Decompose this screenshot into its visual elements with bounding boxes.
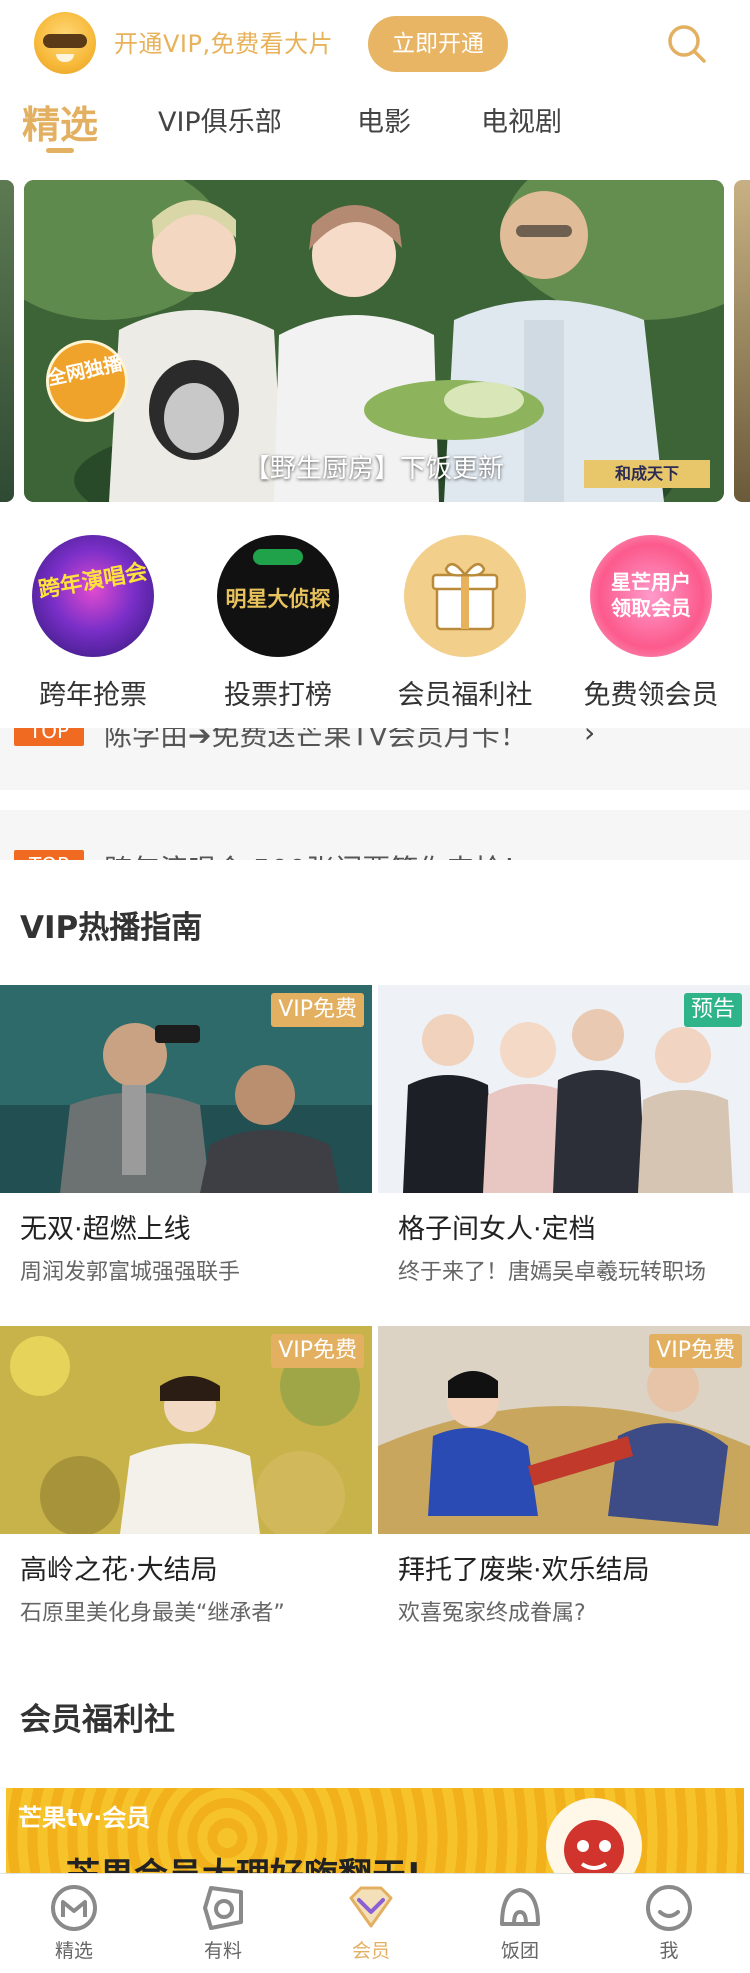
card-subtitle: 石原里美化身最美“继承者” xyxy=(20,1601,285,1626)
search-icon[interactable] xyxy=(665,22,709,66)
card-title: 高岭之花·大结局 xyxy=(20,1555,218,1586)
quick-link-label: 投票打榜 xyxy=(224,680,332,711)
card-subtitle: 终于来了！唐嫣吴卓羲玩转职场 xyxy=(398,1260,707,1285)
chevron-right-icon: › xyxy=(584,850,595,860)
vip-free-tag: VIP免费 xyxy=(271,993,364,1027)
preview-tag: 预告 xyxy=(683,993,742,1027)
profile-smile-icon xyxy=(643,1882,695,1934)
video-thumbnail[interactable]: VIP免费 xyxy=(0,985,372,1193)
quick-link-free-vip[interactable]: 星芒用户领取会员 免费领会员 xyxy=(576,535,726,712)
chevron-right-icon: › xyxy=(584,728,596,749)
card-subtitle: 周润发郭富城强强联手 xyxy=(20,1260,241,1285)
tab-movies[interactable]: 电影 xyxy=(357,100,411,139)
banner-carousel[interactable]: 全网独播 【野生厨房】下饭更新 和成天下 xyxy=(0,180,750,502)
banner-slide[interactable]: 全网独播 【野生厨房】下饭更新 和成天下 xyxy=(24,180,724,502)
tab-tv-series[interactable]: 电视剧 xyxy=(481,100,562,139)
video-thumbnail[interactable]: 预告 xyxy=(378,985,750,1193)
tab-vip-club[interactable]: VIP俱乐部 xyxy=(158,100,282,139)
sponsor-logo: 和成天下 xyxy=(584,460,710,488)
card-subtitle: 欢喜冤家终成眷属? xyxy=(398,1601,586,1626)
nav-label: 我 xyxy=(659,1940,679,1962)
quick-link-label: 免费领会员 xyxy=(583,680,719,711)
vip-promo-text[interactable]: 开通VIP,免费看大片 xyxy=(114,24,333,59)
nav-label: 精选 xyxy=(54,1940,93,1962)
mango-tv-vip-logo: 芒果tv·会员 xyxy=(18,1804,151,1832)
notice-text: 跨年演唱会 500张门票等你来抢！ xyxy=(104,848,530,860)
video-thumbnail[interactable]: VIP免费 xyxy=(0,1326,372,1534)
video-card[interactable]: 预告 格子间女人·定档 终于来了！唐嫣吴卓羲玩转职场 xyxy=(378,985,750,1286)
nav-label: 饭团 xyxy=(500,1940,539,1962)
top-tag: TOP xyxy=(14,728,84,746)
top-bar: 开通VIP,免费看大片 立即开通 xyxy=(0,0,750,88)
star-vote-icon: 明星大侦探 xyxy=(217,535,339,657)
tab-featured[interactable]: 精选 xyxy=(22,94,98,149)
vip-free-tag: VIP免费 xyxy=(271,1334,364,1368)
video-card[interactable]: VIP免费 拜托了废柴·欢乐结局 欢喜冤家终成眷属? xyxy=(378,1326,750,1627)
notice-text: 陈学由➔免费送芒果TV会员月卡！ xyxy=(104,728,528,752)
nav-label: 会员 xyxy=(351,1940,390,1962)
video-card[interactable]: VIP免费 高岭之花·大结局 石原里美化身最美“继承者” xyxy=(0,1326,372,1627)
category-tabs: 精选 VIP俱乐部 电影 电视剧 xyxy=(0,88,750,160)
quick-link-vote[interactable]: 明星大侦探 投票打榜 xyxy=(203,535,353,712)
mango-mascot-icon[interactable] xyxy=(34,12,96,74)
card-title: 无双·超燃上线 xyxy=(20,1214,191,1245)
nav-discover[interactable]: 有料 xyxy=(163,1882,283,1963)
nav-community[interactable]: 饭团 xyxy=(460,1882,580,1963)
discover-icon xyxy=(197,1882,249,1934)
quick-link-label: 跨年抢票 xyxy=(39,680,147,711)
nav-profile[interactable]: 我 xyxy=(609,1882,729,1963)
vip-diamond-icon xyxy=(345,1882,397,1934)
community-icon xyxy=(494,1882,546,1934)
bottom-navigation: 精选 有料 会员 饭团 我 xyxy=(0,1873,750,1973)
nav-vip[interactable]: 会员 xyxy=(311,1882,431,1963)
nav-featured[interactable]: 精选 xyxy=(14,1882,134,1963)
free-vip-icon: 星芒用户领取会员 xyxy=(590,535,712,657)
quick-link-new-year-tickets[interactable]: 跨年演唱会 跨年抢票 xyxy=(18,535,168,712)
notice-strip-1[interactable]: TOP 陈学由➔免费送芒果TV会员月卡！ › xyxy=(0,728,750,790)
card-title: 拜托了废柴·欢乐结局 xyxy=(398,1555,650,1586)
quick-links: 跨年演唱会 跨年抢票 明星大侦探 投票打榜 会员福利社 星芒用户领取会员 免费领… xyxy=(0,535,750,715)
mango-logo-icon xyxy=(48,1882,100,1934)
active-tab-indicator xyxy=(46,148,74,153)
previous-banner-peek[interactable] xyxy=(0,180,14,502)
next-banner-peek[interactable] xyxy=(734,180,750,502)
video-thumbnail[interactable]: VIP免费 xyxy=(378,1326,750,1534)
quick-link-label: 会员福利社 xyxy=(397,680,533,711)
open-vip-button[interactable]: 立即开通 xyxy=(368,16,508,72)
quick-link-vip-welfare[interactable]: 会员福利社 xyxy=(390,535,540,712)
section-title-welfare: 会员福利社 xyxy=(20,1702,175,1738)
gift-icon xyxy=(404,535,526,657)
vip-free-tag: VIP免费 xyxy=(649,1334,742,1368)
card-title: 格子间女人·定档 xyxy=(398,1214,596,1245)
new-year-concert-icon: 跨年演唱会 xyxy=(32,535,154,657)
nav-label: 有料 xyxy=(203,1940,242,1962)
video-card[interactable]: VIP免费 无双·超燃上线 周润发郭富城强强联手 xyxy=(0,985,372,1286)
section-title-vip-guide: VIP热播指南 xyxy=(20,910,203,946)
top-tag: TOP xyxy=(14,850,84,860)
notice-strip-2[interactable]: TOP 跨年演唱会 500张门票等你来抢！ › xyxy=(0,810,750,860)
